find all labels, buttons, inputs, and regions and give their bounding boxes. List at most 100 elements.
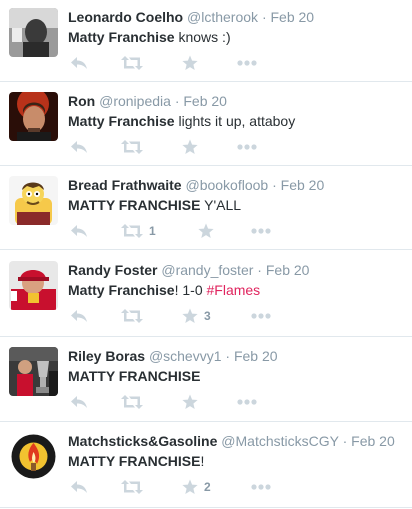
author-name[interactable]: Matchsticks&Gasoline — [68, 433, 217, 449]
hashtag-link[interactable]: #Flames — [207, 282, 261, 298]
tweet-date[interactable]: Feb 20 — [351, 433, 395, 449]
tweet-date[interactable]: Feb 20 — [266, 262, 310, 278]
tweet-text: MATTY FRANCHISE! — [68, 452, 204, 470]
author-name[interactable]: Ron — [68, 93, 95, 109]
author-handle[interactable]: @schevvy1 — [149, 348, 222, 364]
avatar[interactable] — [9, 176, 58, 225]
tweet[interactable]: Riley Boras @schevvy1 · Feb 20 MATTY FRA… — [0, 339, 412, 422]
highlighted-phrase: MATTY FRANCHISE — [68, 453, 201, 469]
tweet[interactable]: Randy Foster @randy_foster · Feb 20 Matt… — [0, 253, 412, 337]
reply-button[interactable] — [70, 393, 88, 411]
author-handle[interactable]: @MatchsticksCGY — [221, 433, 338, 449]
reply-button[interactable] — [70, 307, 88, 325]
tweet-header: Leonardo Coelho @lctherook · Feb 20 — [68, 8, 314, 26]
tweet-text: Matty Franchise lights it up, attaboy — [68, 112, 295, 130]
tweet-date[interactable]: Feb 20 — [183, 93, 227, 109]
more-button[interactable] — [237, 393, 257, 411]
avatar[interactable] — [9, 92, 58, 141]
more-dots-icon — [251, 313, 271, 319]
reply-icon — [71, 225, 87, 237]
tweet-actions: 2 — [68, 478, 271, 496]
highlighted-phrase: Matty Franchise — [68, 282, 175, 298]
author-name[interactable]: Riley Boras — [68, 348, 145, 364]
tweet-date[interactable]: Feb 20 — [281, 177, 325, 193]
author-handle[interactable]: @ronipedia — [99, 93, 171, 109]
avatar[interactable] — [9, 347, 58, 396]
retweet-button[interactable] — [121, 54, 149, 72]
tweet[interactable]: Leonardo Coelho @lctherook · Feb 20 Matt… — [0, 0, 412, 82]
favorite-count: 2 — [204, 480, 211, 494]
avatar-image — [9, 8, 58, 57]
tweet-actions: 1 — [68, 222, 271, 240]
reply-button[interactable] — [70, 138, 88, 156]
tweet-feed: Leonardo Coelho @lctherook · Feb 20 Matt… — [0, 0, 412, 509]
favorite-button[interactable] — [182, 393, 204, 411]
tweet-text-rest: knows :) — [174, 29, 231, 45]
retweet-button[interactable] — [121, 307, 149, 325]
separator-dot: · — [272, 177, 277, 193]
favorite-button[interactable] — [182, 54, 204, 72]
more-dots-icon — [237, 60, 257, 66]
separator-dot: · — [174, 93, 180, 109]
reply-icon — [71, 396, 87, 408]
more-button[interactable] — [251, 478, 271, 496]
favorite-button[interactable]: 3 — [182, 307, 211, 325]
avatar-image — [9, 92, 58, 141]
separator-dot: · — [225, 348, 231, 364]
avatar[interactable] — [9, 261, 58, 310]
more-button[interactable] — [237, 138, 257, 156]
author-handle[interactable]: @lctherook — [187, 9, 258, 25]
favorite-button[interactable] — [198, 222, 220, 240]
more-button[interactable] — [251, 222, 271, 240]
retweet-button[interactable]: 1 — [121, 222, 156, 240]
retweet-button[interactable] — [121, 393, 149, 411]
tweet-actions — [68, 393, 268, 411]
favorite-count: 3 — [204, 309, 211, 323]
favorite-button[interactable]: 2 — [182, 478, 211, 496]
tweet[interactable]: Bread Frathwaite @bookofloob · Feb 20 MA… — [0, 168, 412, 250]
author-handle[interactable]: @randy_foster — [161, 262, 253, 278]
reply-icon — [71, 57, 87, 69]
retweet-icon — [121, 56, 143, 70]
tweet-text: Matty Franchise knows :) — [68, 28, 231, 46]
star-icon — [182, 394, 198, 409]
retweet-icon — [121, 480, 143, 494]
retweet-button[interactable] — [121, 138, 149, 156]
more-button[interactable] — [237, 54, 257, 72]
tweet-date[interactable]: Feb 20 — [234, 348, 278, 364]
reply-button[interactable] — [70, 54, 88, 72]
star-icon — [198, 223, 214, 238]
author-name[interactable]: Leonardo Coelho — [68, 9, 183, 25]
tweet[interactable]: Matchsticks&Gasoline @MatchsticksCGY · F… — [0, 424, 412, 508]
tweet-date[interactable]: Feb 20 — [271, 9, 315, 25]
separator-dot: · — [257, 262, 262, 278]
avatar-image — [9, 432, 58, 481]
retweet-icon — [121, 140, 143, 154]
star-icon — [182, 139, 198, 154]
tweet-text-rest: ! 1-0 — [174, 282, 207, 298]
retweet-icon — [121, 224, 143, 238]
tweet[interactable]: Ron @ronipedia · Feb 20 Matty Franchise … — [0, 84, 412, 166]
author-handle[interactable]: @bookofloob — [185, 177, 268, 193]
avatar[interactable] — [9, 8, 58, 57]
tweet-header: Riley Boras @schevvy1 · Feb 20 — [68, 347, 278, 365]
avatar-image — [9, 261, 58, 310]
tweet-header: Randy Foster @randy_foster · Feb 20 — [68, 261, 309, 279]
retweet-icon — [121, 309, 143, 323]
avatar-image — [9, 176, 58, 225]
highlighted-phrase: Matty Franchise — [68, 113, 175, 129]
reply-icon — [71, 481, 87, 493]
more-button[interactable] — [251, 307, 271, 325]
author-name[interactable]: Randy Foster — [68, 262, 157, 278]
tweet-text: Matty Franchise! 1-0 #Flames — [68, 281, 260, 299]
avatar[interactable] — [9, 432, 58, 481]
reply-button[interactable] — [70, 478, 88, 496]
tweet-actions: 3 — [68, 307, 271, 325]
reply-button[interactable] — [70, 222, 88, 240]
retweet-button[interactable] — [121, 478, 149, 496]
author-name[interactable]: Bread Frathwaite — [68, 177, 182, 193]
tweet-header: Ron @ronipedia · Feb 20 — [68, 92, 227, 110]
favorite-button[interactable] — [182, 138, 204, 156]
tweet-text-rest: ! — [200, 453, 205, 469]
reply-icon — [71, 141, 87, 153]
